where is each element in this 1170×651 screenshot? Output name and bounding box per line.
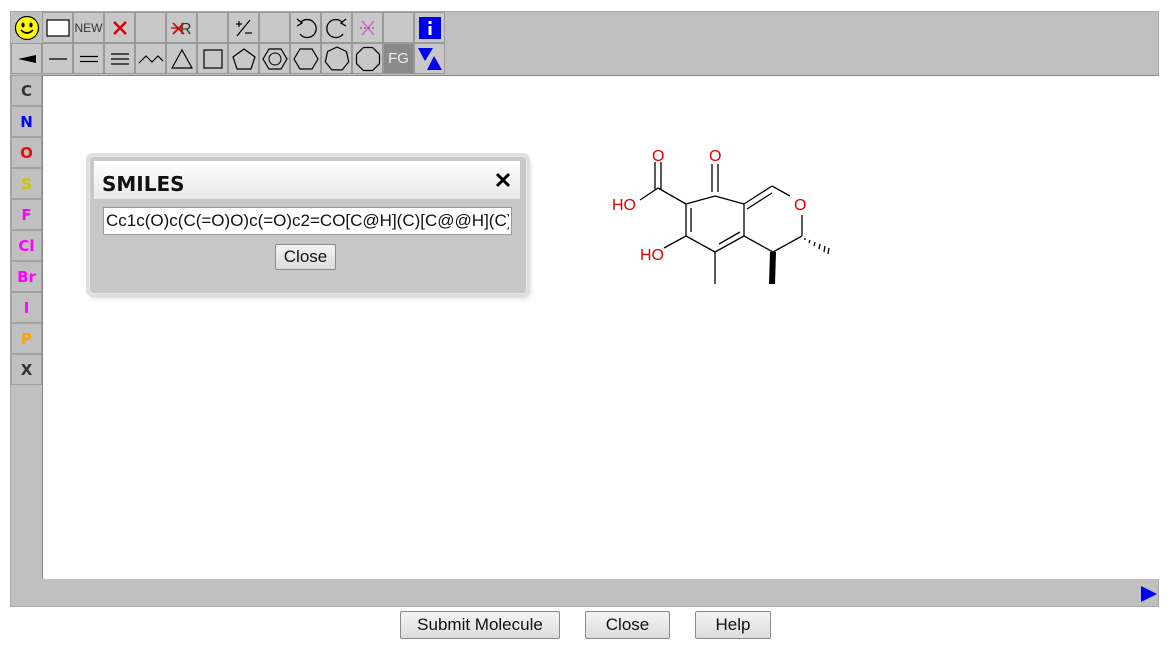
oxo-o-left-label: O	[652, 148, 664, 165]
info-icon[interactable]	[414, 12, 445, 43]
double-bond-icon[interactable]	[73, 43, 104, 74]
delete-icon[interactable]	[104, 12, 135, 43]
blank-tool-button-3[interactable]	[259, 12, 290, 43]
element-button-f[interactable]: F	[11, 199, 42, 230]
play-icon[interactable]	[1141, 586, 1157, 602]
element-button-cl[interactable]: Cl	[11, 230, 42, 261]
functional-group-button[interactable]: FG	[383, 43, 414, 74]
submit-molecule-button[interactable]: Submit Molecule	[400, 611, 560, 639]
redo-icon[interactable]	[321, 12, 352, 43]
octagon-ring-icon[interactable]	[352, 43, 383, 74]
wedge-bond-icon[interactable]	[11, 43, 42, 74]
dialog-title: SMILES	[102, 172, 185, 196]
square-ring-icon[interactable]	[197, 43, 228, 74]
phenol-oh-label: HO	[640, 247, 664, 264]
close-button[interactable]: Close	[585, 611, 670, 639]
hexagon-ring-icon[interactable]	[290, 43, 321, 74]
charge-icon[interactable]	[228, 12, 259, 43]
dialog-body: Close	[94, 199, 520, 285]
element-button-o[interactable]: O	[11, 137, 42, 168]
blank-tool-button-4[interactable]	[383, 12, 414, 43]
benzene-ring-icon[interactable]	[259, 43, 290, 74]
blank-tool-button-2[interactable]	[197, 12, 228, 43]
element-button-p[interactable]: P	[11, 323, 42, 354]
triangle-ring-icon[interactable]	[166, 43, 197, 74]
triple-bond-icon[interactable]	[104, 43, 135, 74]
wedge-bond	[769, 252, 776, 284]
molecule-structure[interactable]: O O HO O HO	[600, 140, 840, 290]
element-button-c[interactable]: C	[11, 75, 42, 106]
element-button-br[interactable]: Br	[11, 261, 42, 292]
new-label: NEW	[74, 20, 103, 35]
element-button-n[interactable]: N	[11, 106, 42, 137]
undo-icon[interactable]	[290, 12, 321, 43]
pentagon-ring-icon[interactable]	[228, 43, 259, 74]
blank-tool-button[interactable]	[135, 12, 166, 43]
remove-r-group-icon[interactable]: R	[166, 12, 197, 43]
oxo-o-right-label: O	[709, 148, 721, 165]
ring-o-label: O	[794, 197, 806, 214]
help-button[interactable]: Help	[695, 611, 771, 639]
smiles-input[interactable]	[103, 207, 512, 235]
chain-icon[interactable]	[135, 43, 166, 74]
svg-text:R: R	[180, 21, 192, 38]
heptagon-ring-icon[interactable]	[321, 43, 352, 74]
template-triangles-icon[interactable]	[414, 43, 445, 74]
fg-label: FG	[388, 50, 409, 67]
clear-icon[interactable]	[352, 12, 383, 43]
dialog-header: SMILES	[94, 161, 520, 199]
element-button-s[interactable]: S	[11, 168, 42, 199]
dialog-close-button[interactable]: Close	[275, 244, 336, 270]
bottom-bar	[42, 579, 1159, 607]
smiley-icon[interactable]	[11, 12, 42, 43]
single-bond-icon[interactable]	[42, 43, 73, 74]
molecule-editor: NEW R FG C N O S F Cl Br I P X	[10, 11, 1159, 607]
toolbar-row-1: NEW R	[11, 12, 445, 43]
new-button[interactable]: NEW	[73, 12, 104, 43]
element-button-i[interactable]: I	[11, 292, 42, 323]
element-button-x[interactable]: X	[11, 354, 42, 385]
acid-oh-label: HO	[612, 197, 636, 214]
element-bar: C N O S F Cl Br I P X	[11, 75, 42, 385]
close-icon[interactable]	[494, 171, 512, 189]
select-rectangle-button[interactable]	[42, 12, 73, 43]
toolbar-row-2: FG	[11, 43, 445, 74]
smiles-dialog: SMILES Close	[89, 156, 527, 294]
